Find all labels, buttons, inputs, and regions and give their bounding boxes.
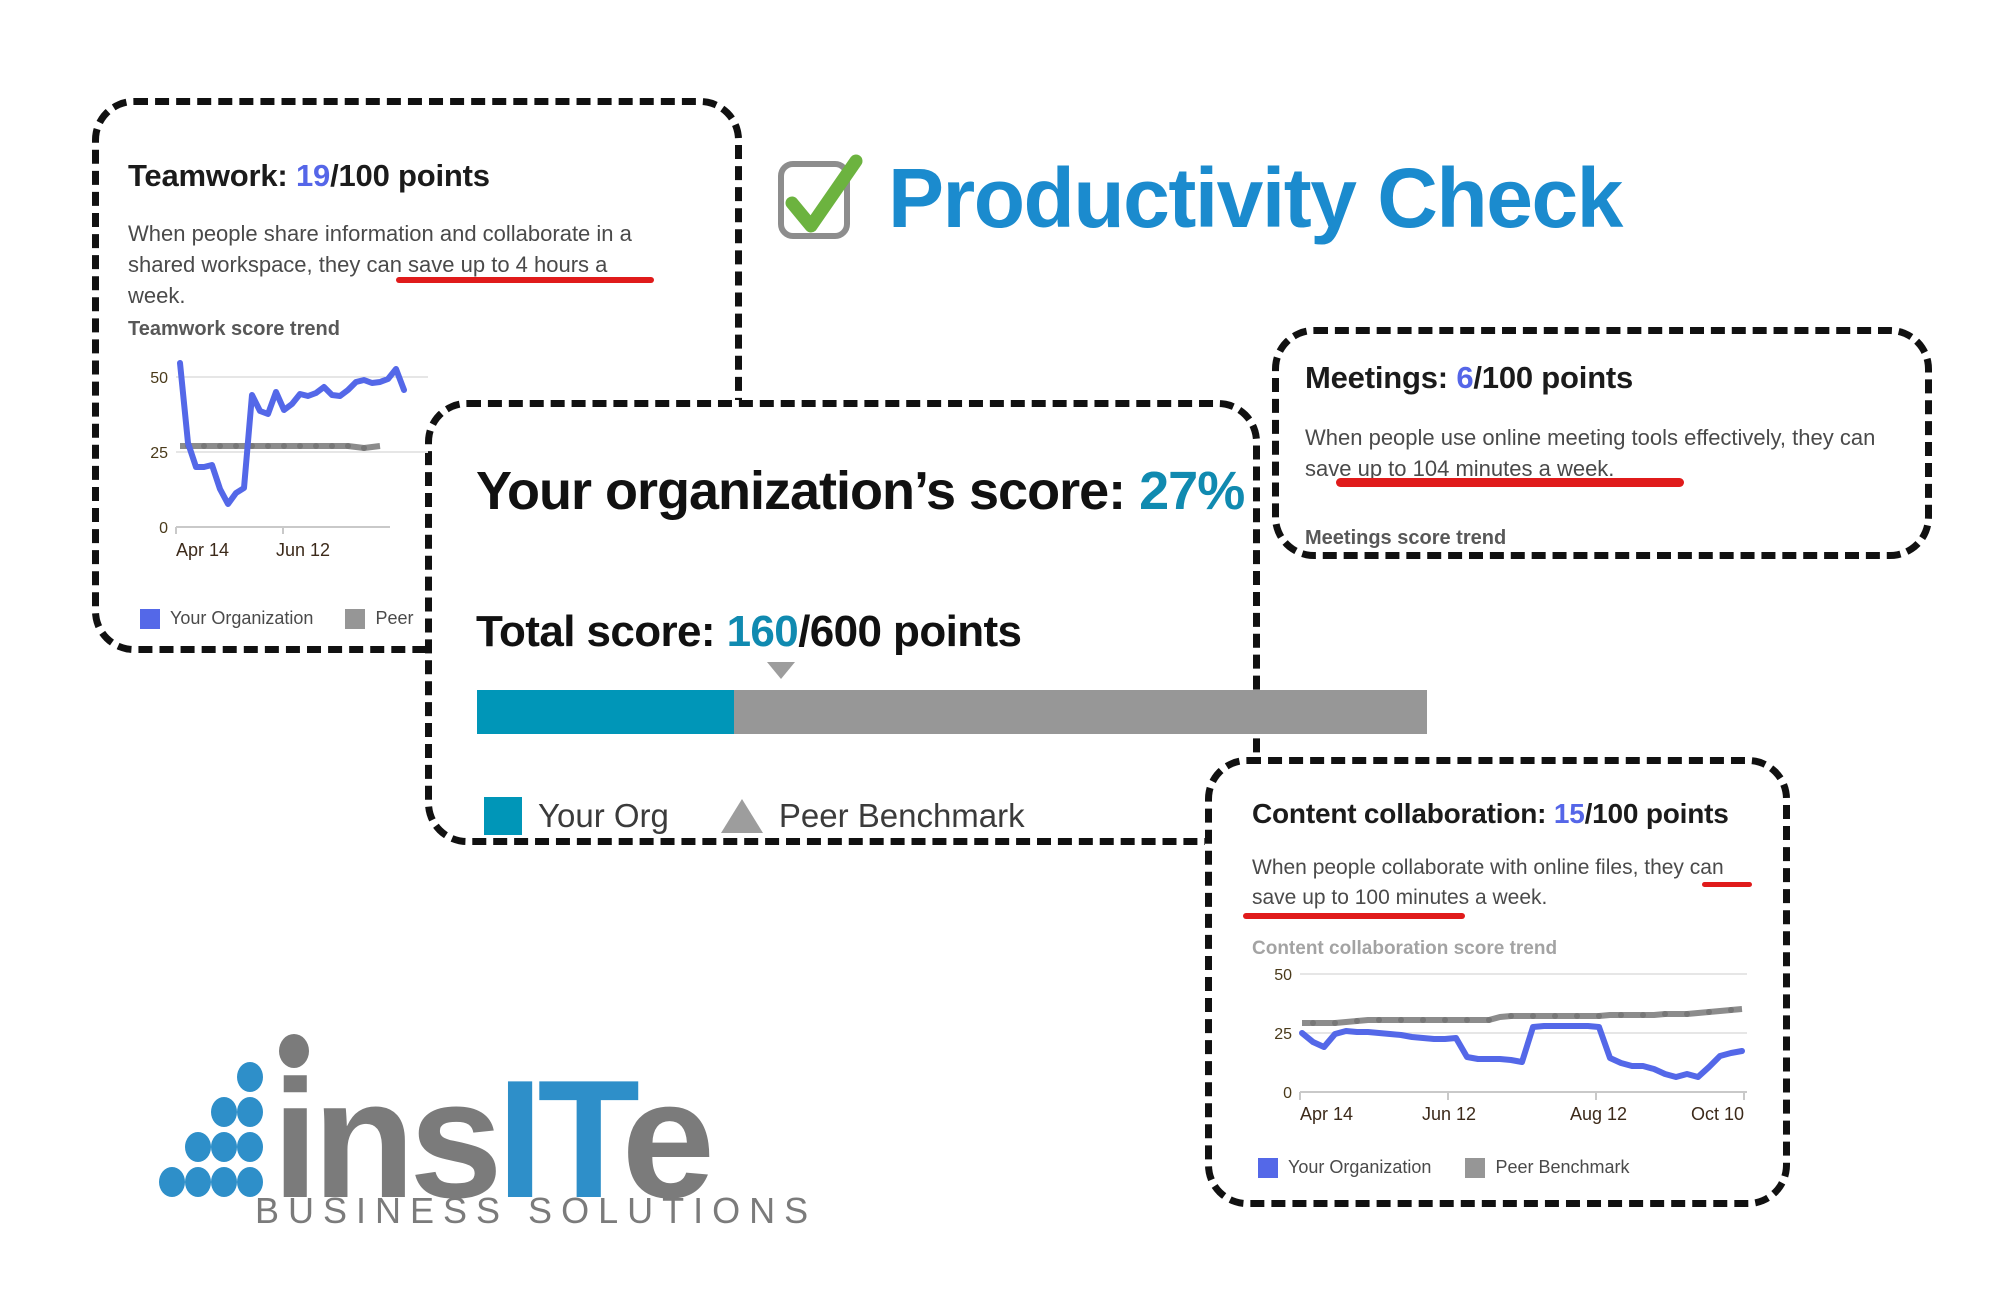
organization-score-title: Your organization’s score: 27% bbox=[476, 460, 1245, 522]
progress-bar-fill bbox=[477, 690, 734, 734]
meetings-score: 6 bbox=[1456, 360, 1474, 395]
progress-bar-remainder bbox=[734, 690, 1427, 734]
svg-text:50: 50 bbox=[150, 370, 168, 387]
content-description-highlight: save up to 100 minutes a week. bbox=[1252, 885, 1548, 909]
teamwork-description: When people share information and collab… bbox=[128, 218, 648, 312]
svg-text:insITe: insITe bbox=[272, 1045, 710, 1220]
total-score-progress-bar bbox=[477, 690, 1427, 734]
total-score-title: Total score: 160/600 points bbox=[476, 607, 1022, 657]
content-description-pre: When people collaborate with online file… bbox=[1252, 856, 1724, 879]
teamwork-title: Teamwork: bbox=[128, 158, 288, 193]
meetings-max: /100 points bbox=[1473, 360, 1634, 395]
svg-text:25: 25 bbox=[1274, 1026, 1292, 1043]
gray-swatch-icon bbox=[345, 608, 366, 629]
triangle-marker-icon bbox=[720, 799, 763, 833]
content-legend-org: Your Organization bbox=[1288, 1157, 1432, 1177]
content-collaboration-heading: Content collaboration: 15/100 points bbox=[1252, 798, 1729, 830]
total-score-value: 160 bbox=[726, 607, 799, 656]
blue-swatch-icon bbox=[1258, 1157, 1278, 1178]
page-title-text: Productivity Check bbox=[888, 151, 1623, 245]
svg-text:25: 25 bbox=[150, 445, 168, 462]
svg-text:Jun 12: Jun 12 bbox=[276, 540, 330, 560]
meetings-description: When people use online meeting tools eff… bbox=[1305, 422, 1905, 484]
teamwork-max: /100 points bbox=[330, 158, 490, 193]
score-panel-legend: Your Org Peer Benchmark bbox=[484, 797, 1025, 835]
total-score-max: /600 points bbox=[798, 607, 1022, 656]
content-highlight-underline-1 bbox=[1702, 882, 1752, 887]
content-collaboration-trend-chart: 50 25 0 Apr 14 Jun 12 Aug 12 Oct 10 bbox=[1252, 950, 1752, 1130]
content-description: When people collaborate with online file… bbox=[1252, 853, 1762, 913]
svg-text:0: 0 bbox=[1283, 1085, 1292, 1102]
organization-score-label: Your organization’s score: bbox=[476, 461, 1126, 521]
content-chart-legend: Your Organization Peer Benchmark bbox=[1258, 1157, 1630, 1178]
gray-swatch-icon bbox=[1465, 1157, 1486, 1178]
teamwork-chart-legend: Your Organization Peer bbox=[140, 608, 413, 629]
content-highlight-underline-2 bbox=[1243, 913, 1465, 919]
svg-text:0: 0 bbox=[159, 520, 168, 537]
legend-your-org-label: Your Org bbox=[538, 797, 669, 834]
content-legend-peer: Peer Benchmark bbox=[1495, 1157, 1630, 1177]
square-swatch-icon bbox=[484, 797, 522, 835]
teamwork-legend-peer: Peer bbox=[375, 608, 414, 628]
insite-business-solutions-logo: insITe bbox=[130, 1015, 790, 1233]
svg-text:Apr 14: Apr 14 bbox=[176, 540, 229, 560]
productivity-check-infographic: Productivity Check Teamwork: 19/100 poin… bbox=[0, 0, 2000, 1294]
meetings-heading: Meetings: 6/100 points bbox=[1305, 360, 1633, 396]
meetings-trend-label: Meetings score trend bbox=[1305, 527, 1507, 549]
teamwork-highlight-underline bbox=[396, 277, 654, 283]
teamwork-legend-org: Your Organization bbox=[170, 608, 314, 628]
content-score: 15 bbox=[1553, 798, 1585, 829]
peer-benchmark-marker-icon bbox=[767, 662, 795, 679]
organization-score-value: 27% bbox=[1139, 461, 1245, 521]
page-title: Productivity Check bbox=[770, 150, 1623, 247]
content-max: /100 points bbox=[1584, 798, 1729, 829]
svg-text:Jun 12: Jun 12 bbox=[1422, 1104, 1476, 1124]
teamwork-heading: Teamwork: 19/100 points bbox=[128, 158, 490, 194]
legend-peer-benchmark-label: Peer Benchmark bbox=[778, 797, 1025, 834]
svg-text:Oct 10: Oct 10 bbox=[1691, 1104, 1744, 1124]
blue-swatch-icon bbox=[140, 608, 160, 629]
meetings-highlight-underline bbox=[1336, 478, 1684, 487]
svg-text:50: 50 bbox=[1274, 967, 1292, 984]
checkbox-checked-icon bbox=[770, 151, 866, 247]
meetings-title: Meetings: bbox=[1305, 360, 1448, 395]
teamwork-trend-chart: 50 25 0 Apr 14 Jun 12 bbox=[128, 360, 428, 560]
svg-text:Aug 12: Aug 12 bbox=[1570, 1104, 1627, 1124]
content-title: Content collaboration: bbox=[1252, 798, 1547, 829]
teamwork-trend-label: Teamwork score trend bbox=[128, 318, 340, 340]
total-score-label: Total score: bbox=[476, 607, 716, 656]
teamwork-score: 19 bbox=[295, 158, 331, 193]
svg-text:Apr 14: Apr 14 bbox=[1300, 1104, 1353, 1124]
